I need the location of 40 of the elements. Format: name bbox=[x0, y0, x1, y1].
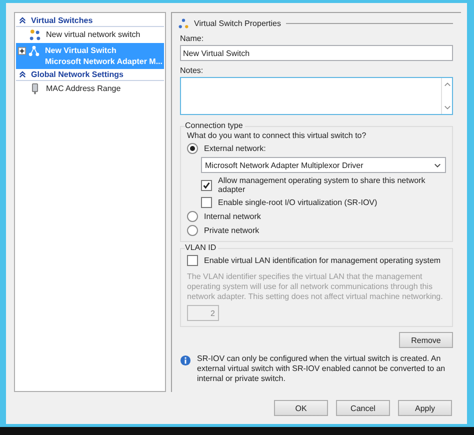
radio-button[interactable] bbox=[187, 225, 198, 236]
network-switch-icon bbox=[28, 45, 40, 57]
checkbox[interactable] bbox=[201, 180, 212, 190]
dialog-button[interactable]: Cancel bbox=[336, 400, 390, 416]
name-field[interactable]: New Virtual Switch bbox=[180, 45, 453, 61]
question-text: What do you want to connect this virtual switch to? bbox=[187, 131, 368, 140]
vlan-description: The VLAN identifier specifies the virtual LAN that the management operating system will use for all network communications through this network adapter. This setting does not affect virtual machine networking. bbox=[187, 272, 444, 302]
radio-label: Private network bbox=[204, 226, 260, 235]
scroll-down-icon[interactable] bbox=[444, 105, 450, 110]
network-card-icon bbox=[29, 83, 41, 95]
field-label: Notes: bbox=[180, 65, 204, 76]
adapter-dropdown[interactable]: Microsoft Network Adapter Multiplexor Driver bbox=[201, 157, 446, 173]
checkbox-label: Allow management operating system to share this network adapter bbox=[218, 176, 426, 194]
checkbox[interactable] bbox=[201, 197, 212, 208]
sidebar-item[interactable]: New virtual network switch bbox=[16, 27, 164, 43]
scroll-up-icon[interactable] bbox=[444, 82, 450, 87]
dialog-button[interactable]: OK bbox=[274, 400, 328, 416]
notes-field[interactable] bbox=[180, 77, 453, 115]
radio-label: Internal network bbox=[204, 212, 261, 221]
section-header[interactable]: Global Network Settings bbox=[16, 69, 164, 81]
info-icon bbox=[180, 355, 191, 366]
radio-label: External network: bbox=[204, 144, 266, 153]
checkbox-label: Enable virtual LAN identification for management operating system bbox=[204, 256, 441, 265]
radio-button[interactable] bbox=[187, 143, 198, 154]
collapse-icon bbox=[19, 17, 26, 24]
remove-button[interactable]: Remove bbox=[399, 332, 453, 348]
collapse-icon bbox=[19, 71, 26, 78]
group-title: Connection type bbox=[185, 121, 245, 130]
field-label: Name: bbox=[180, 33, 205, 44]
network-switch-icon bbox=[178, 18, 189, 28]
section-title: Virtual Switch Properties bbox=[194, 18, 281, 28]
group-title: VLAN ID bbox=[185, 243, 218, 252]
network-add-icon bbox=[29, 29, 41, 41]
radio-button[interactable] bbox=[187, 211, 198, 222]
dialog-button[interactable]: Apply bbox=[398, 400, 452, 416]
checkbox-label: Enable single-root I/O virtualization (SR-IOV) bbox=[218, 198, 378, 207]
expand-icon[interactable] bbox=[18, 47, 26, 55]
section-header[interactable]: Virtual Switches bbox=[16, 15, 164, 27]
info-text: SR-IOV can only be configured when the virtual switch is created. An external virtual switch with SR-IOV enabled cannot be converted to an internal or private switch. bbox=[197, 354, 446, 384]
sidebar-item[interactable]: MAC Address Range bbox=[16, 81, 164, 97]
